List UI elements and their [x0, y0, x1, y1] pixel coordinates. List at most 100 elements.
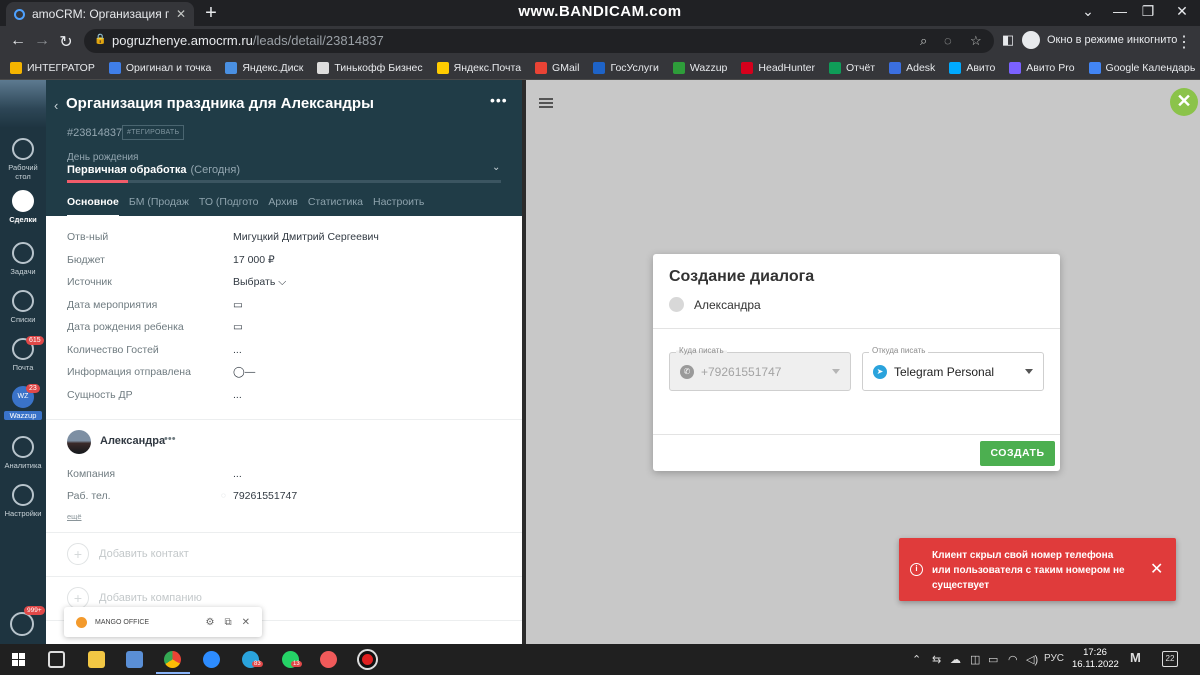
field-value[interactable]: Выбрать ⌵ — [233, 276, 286, 289]
close-overlay-icon[interactable]: ✕ — [1170, 88, 1198, 116]
mm-app-icon[interactable]: M — [1130, 650, 1141, 665]
field-row[interactable]: Источник Выбрать ⌵ — [67, 276, 286, 289]
lead-tab[interactable]: Основное — [67, 196, 119, 217]
lead-tab[interactable]: Настроить — [373, 196, 424, 217]
bookmark-item[interactable]: Оригинал и точка — [108, 61, 211, 74]
minimize-button[interactable]: — — [1108, 3, 1132, 19]
lead-tab[interactable]: ТО (Подгото — [199, 196, 259, 217]
nav-item[interactable]: Списки — [0, 290, 46, 324]
forward-arrow-icon[interactable]: → — [32, 32, 52, 50]
field-row[interactable]: Количество Гостей... — [67, 344, 242, 356]
language-indicator[interactable]: РУС — [1044, 653, 1064, 664]
field-value[interactable]: ▭ — [233, 321, 243, 333]
bookmark-item[interactable]: Wazzup — [672, 61, 727, 74]
contact-avatar[interactable] — [67, 430, 91, 454]
bookmark-item[interactable]: Google Календарь — [1088, 61, 1195, 74]
chevron-down-icon[interactable]: ⌄ — [492, 162, 500, 173]
asana-icon[interactable] — [320, 651, 337, 668]
volume-icon[interactable]: ◁) — [1026, 653, 1038, 666]
browser-tab[interactable]: amoCRM: Организация праздни ✕ — [6, 2, 194, 26]
tray-app-icon[interactable]: ⇆ — [932, 653, 941, 666]
field-row[interactable]: Отв-ный Мигуцкий Дмитрий Сергеевич — [67, 231, 379, 243]
task-view-icon[interactable] — [48, 651, 65, 668]
back-arrow-icon[interactable]: ← — [8, 32, 28, 50]
phone-action-icon[interactable]: ◌ — [221, 491, 226, 500]
field-value[interactable]: ◯— — [233, 366, 255, 378]
bookmark-item[interactable]: ГосУслуги — [593, 61, 659, 74]
stage-selector[interactable]: Первичная обработка (Сегодня) — [67, 164, 240, 176]
maximize-button[interactable]: ❐ — [1136, 3, 1160, 20]
add-company-row[interactable]: + Добавить компанию — [67, 587, 202, 609]
contact-company-row[interactable]: Компания ... — [67, 468, 242, 480]
star-icon[interactable]: ☆ — [970, 33, 982, 49]
field-row[interactable]: Дата рождения ребенка ▭ — [67, 321, 243, 333]
bookmark-item[interactable]: Adesk — [889, 61, 935, 74]
field-row[interactable]: Сущность ДР... — [67, 389, 242, 401]
reload-icon[interactable]: ↻ — [56, 32, 76, 52]
eye-off-icon[interactable]: ◌ — [944, 33, 952, 48]
bookmark-item[interactable]: Яндекс.Почта — [436, 61, 521, 74]
field-value[interactable]: Мигуцкий Дмитрий Сергеевич — [233, 231, 379, 243]
tray-chevron-icon[interactable]: ⌃ — [912, 653, 921, 666]
contact-name[interactable]: Александра — [100, 435, 165, 447]
bookmark-item[interactable]: Яндекс.Диск — [225, 61, 303, 74]
bookmark-item[interactable]: HeadHunter — [741, 61, 815, 74]
lead-tab[interactable]: БМ (Продаж — [129, 196, 189, 217]
nav-item[interactable]: Аналитика — [0, 436, 46, 470]
nav-item[interactable]: Настройки — [0, 484, 46, 518]
field-value[interactable]: ... — [233, 344, 242, 356]
battery-icon[interactable]: ▭ — [988, 653, 998, 666]
bookmark-item[interactable]: Авито — [949, 61, 995, 74]
field-value[interactable]: ... — [233, 389, 242, 401]
field-row[interactable]: Бюджет 17 000 ₽ — [67, 254, 275, 266]
bookmark-item[interactable]: Авито Pro — [1009, 61, 1075, 74]
lead-tab[interactable]: Статистика — [308, 196, 363, 217]
field-row[interactable]: Информация отправлена ◯— — [67, 366, 255, 378]
bandicam-record-icon[interactable] — [359, 651, 376, 668]
close-icon[interactable]: ✕ — [242, 617, 250, 628]
file-explorer-icon[interactable] — [88, 651, 105, 668]
mango-office-widget[interactable]: MANGO OFFICE ⚙ ⧉ ✕ — [64, 607, 262, 637]
hamburger-menu-icon[interactable] — [539, 98, 553, 108]
windows-start-icon[interactable] — [12, 653, 25, 666]
toast-close-icon[interactable]: ✕ — [1150, 559, 1163, 579]
tab-search-icon[interactable]: ⌄ — [1076, 3, 1100, 20]
nav-item[interactable]: Рабочий стол — [0, 138, 46, 181]
chat-icon[interactable] — [10, 612, 34, 636]
bookmark-item[interactable]: ИНТЕГРАТОР — [10, 61, 95, 74]
field-value[interactable]: ▭ — [233, 299, 243, 311]
from-select[interactable]: Откуда писать ➤ Telegram Personal — [862, 346, 1044, 391]
external-link-icon[interactable]: ⧉ — [224, 617, 231, 628]
url-text[interactable]: pogruzhenye.amocrm.ru/leads/detail/23814… — [112, 33, 384, 48]
bookmark-item[interactable]: Тинькофф Бизнес — [317, 61, 423, 74]
back-chevron-icon[interactable]: ‹ — [54, 98, 58, 113]
phone-value[interactable]: 79261551747 — [233, 490, 297, 502]
contact-phone-row[interactable]: Раб. тел. 79261551747 — [67, 490, 297, 502]
nav-item[interactable]: Почта 615 — [0, 336, 46, 372]
nav-item[interactable]: Задачи — [0, 242, 46, 276]
to-select[interactable]: Куда писать ✆ +79261551747 — [669, 346, 851, 391]
bookmark-item[interactable]: Отчёт — [829, 61, 875, 74]
chrome-icon[interactable] — [164, 651, 181, 668]
wifi-icon[interactable]: ◠ — [1008, 653, 1018, 666]
contact-more-button[interactable]: ••• — [164, 433, 176, 445]
bookmark-item[interactable]: GMail — [535, 61, 579, 74]
lead-tab[interactable]: Архив — [268, 196, 297, 217]
lead-more-button[interactable]: ••• — [490, 92, 508, 108]
gear-icon[interactable]: ⚙ — [206, 617, 215, 628]
lead-title[interactable]: Организация праздника для Александры — [66, 95, 374, 112]
zoom-icon[interactable]: ⌕ — [920, 33, 927, 49]
close-window-button[interactable]: ✕ — [1170, 3, 1194, 20]
new-tab-button[interactable]: + — [200, 2, 222, 25]
field-row[interactable]: Дата мероприятия ▭ — [67, 299, 243, 311]
nav-item[interactable]: Сделки — [0, 190, 46, 224]
sidebar-toggle-icon[interactable]: ◧ — [998, 32, 1018, 48]
nav-item[interactable]: WZ Wazzup 23 — [0, 384, 46, 420]
zoom-icon[interactable] — [203, 651, 220, 668]
clock[interactable]: 17:26 16.11.2022 — [1072, 647, 1119, 671]
more-link[interactable]: ещё — [67, 512, 82, 521]
browser-menu-icon[interactable]: ⋮ — [1174, 32, 1194, 52]
field-value[interactable]: 17 000 ₽ — [233, 254, 275, 266]
add-contact-row[interactable]: + Добавить контакт — [67, 543, 189, 565]
address-bar[interactable]: 🔒 pogruzhenye.amocrm.ru/leads/detail/238… — [84, 29, 994, 53]
